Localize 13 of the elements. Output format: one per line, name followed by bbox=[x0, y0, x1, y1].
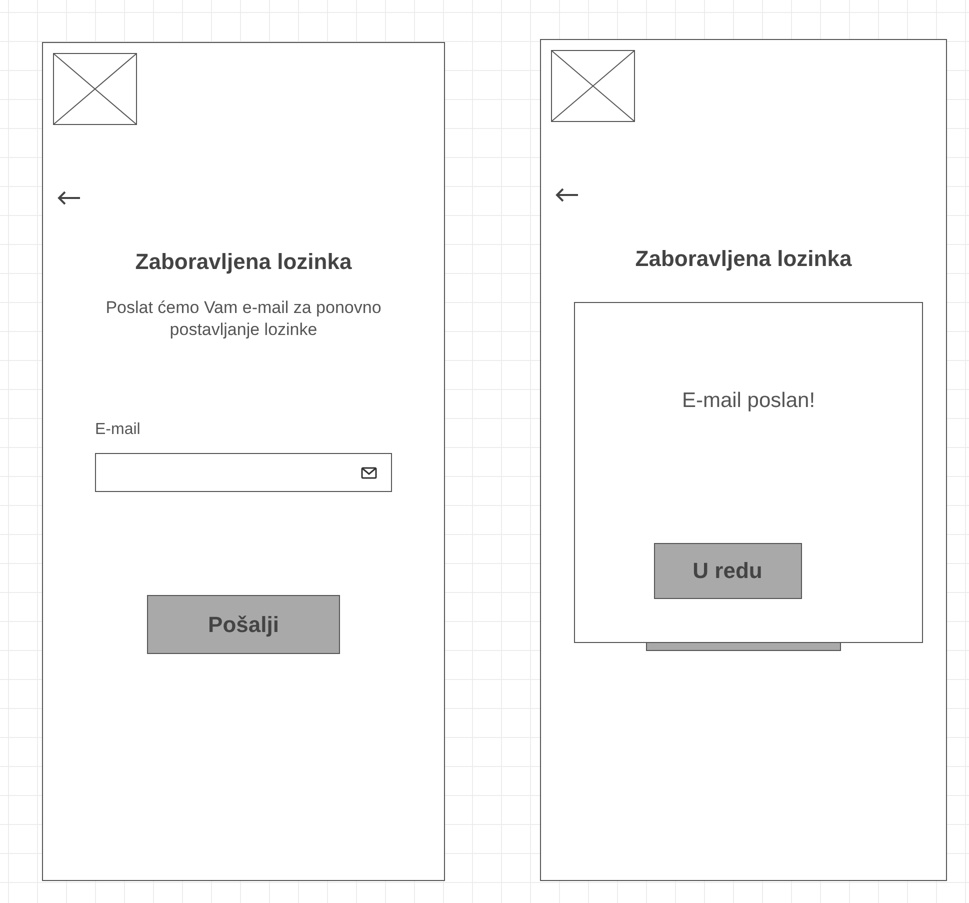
envelope-icon bbox=[361, 466, 377, 478]
back-arrow-icon[interactable] bbox=[57, 191, 81, 205]
back-arrow-icon[interactable] bbox=[555, 188, 579, 202]
page-title: Zaboravljena lozinka bbox=[635, 246, 852, 272]
page-title: Zaboravljena lozinka bbox=[135, 249, 352, 275]
dialog-message: E-mail poslan! bbox=[682, 389, 816, 413]
email-field[interactable] bbox=[95, 453, 392, 492]
email-label: E-mail bbox=[95, 421, 140, 439]
image-placeholder-icon bbox=[53, 53, 137, 125]
ok-button[interactable]: U redu bbox=[654, 543, 802, 599]
image-placeholder-icon bbox=[551, 50, 635, 122]
send-button[interactable]: Pošalji bbox=[147, 595, 340, 654]
instruction-text: Poslat ćemo Vam e-mail za ponovno postavljanje lozinke bbox=[104, 297, 382, 341]
